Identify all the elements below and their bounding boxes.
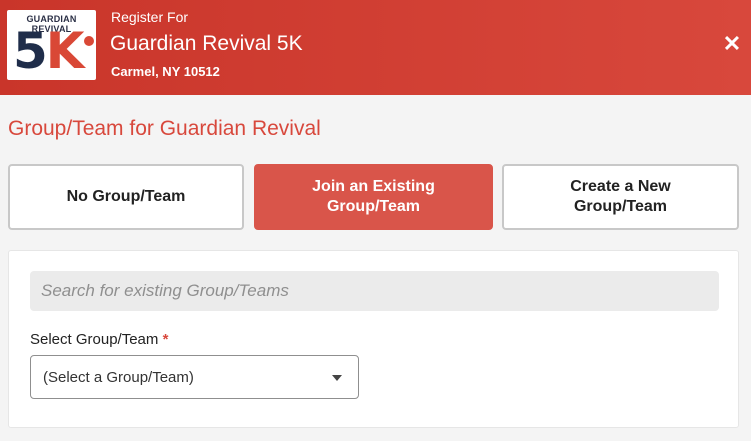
logo-big-text: 5K (13, 22, 85, 80)
close-icon[interactable]: ✕ (716, 28, 748, 60)
group-team-search-input[interactable] (30, 271, 719, 311)
event-logo: GUARDIAN REVIVAL 5K (7, 10, 96, 80)
select-group-team-label: Select Group/Team * (30, 331, 169, 348)
group-team-select[interactable]: (Select a Group/Team) (30, 355, 359, 399)
no-group-team-button[interactable]: No Group/Team (8, 164, 244, 230)
section-title: Group/Team for Guardian Revival (8, 117, 321, 140)
select-value: (Select a Group/Team) (43, 368, 194, 386)
join-existing-group-team-button[interactable]: Join an Existing Group/Team (254, 164, 493, 230)
event-location: Carmel, NY 10512 (111, 64, 220, 79)
required-marker: * (162, 331, 169, 348)
header-pre-title: Register For (111, 9, 189, 25)
logo-dot (84, 36, 94, 46)
registration-header: GUARDIAN REVIVAL 5K Register For Guardia… (0, 0, 751, 95)
event-title: Guardian Revival 5K (110, 32, 303, 55)
create-new-group-team-button[interactable]: Create a New Group/Team (502, 164, 739, 230)
chevron-down-icon (332, 375, 342, 381)
group-team-panel: Select Group/Team * (Select a Group/Team… (8, 250, 739, 428)
